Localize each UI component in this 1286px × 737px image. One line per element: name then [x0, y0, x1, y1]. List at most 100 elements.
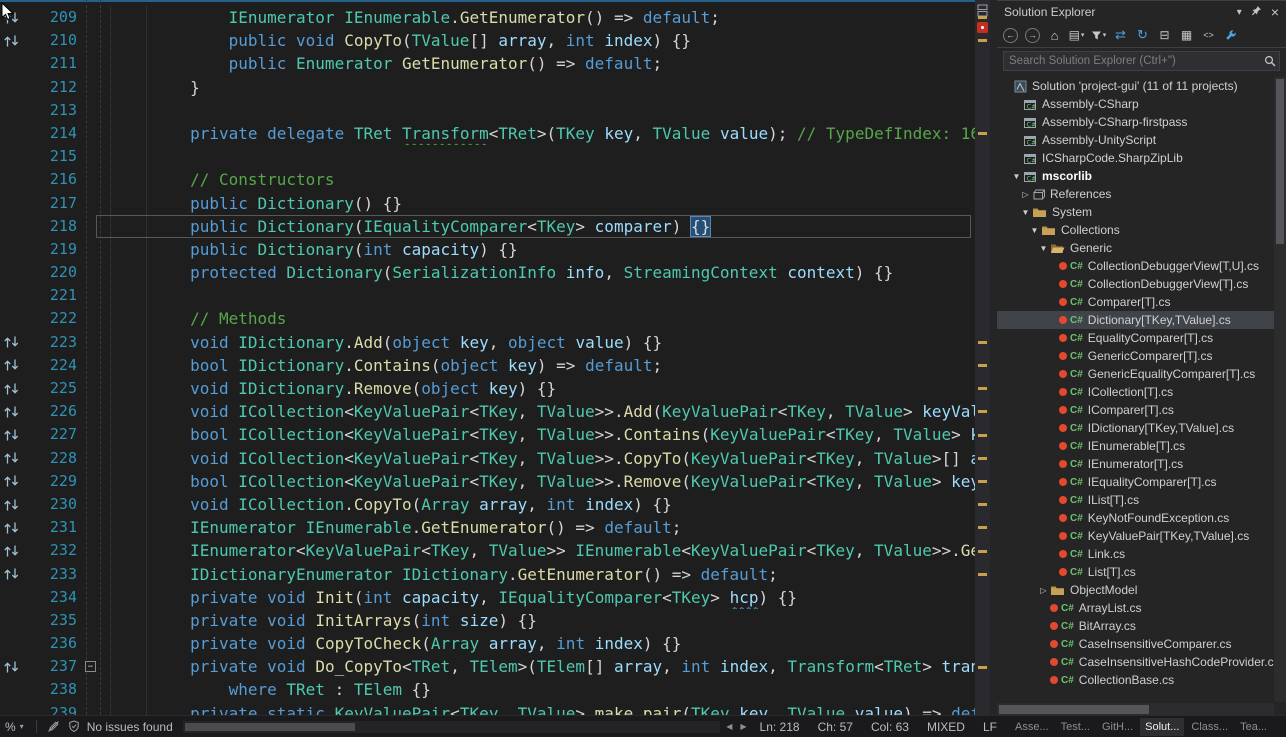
- code-line-238[interactable]: 238 where TRet : TElem {}: [0, 678, 975, 701]
- code-line-217[interactable]: 217 public Dictionary() {}: [0, 192, 975, 215]
- code-line-216[interactable]: 216 // Constructors: [0, 168, 975, 191]
- refresh-icon[interactable]: ↻: [1134, 27, 1151, 44]
- override-indicator-icon[interactable]: [0, 29, 31, 52]
- code-line-218[interactable]: 218 public Dictionary(IEqualityComparer<…: [0, 215, 975, 238]
- chevron-expanded-icon[interactable]: ▼: [1037, 244, 1050, 253]
- tree-item-objectmodel[interactable]: ▷ObjectModel: [997, 581, 1274, 599]
- encoding-indicator[interactable]: MIXED: [918, 720, 974, 734]
- code-line-224[interactable]: 224 bool IDictionary.Contains(object key…: [0, 354, 975, 377]
- document-health-error-icon[interactable]: [977, 22, 988, 33]
- tree-item-iequalitycomparer-t-cs[interactable]: C#IEqualityComparer[T].cs: [997, 473, 1274, 491]
- code-line-235[interactable]: 235 private void InitArrays(int size) {}: [0, 609, 975, 632]
- code-line-209[interactable]: 209 IEnumerator IEnumerable.GetEnumerato…: [0, 6, 975, 29]
- override-indicator-icon[interactable]: [0, 377, 31, 400]
- tree-item-icomparer-t-cs[interactable]: C#IComparer[T].cs: [997, 401, 1274, 419]
- search-icon[interactable]: [1264, 54, 1276, 72]
- tool-window-tab-asse[interactable]: Asse...: [1010, 718, 1054, 736]
- column-indicator[interactable]: Col: 63: [862, 720, 918, 734]
- tree-item-ienumerable-t-cs[interactable]: C#IEnumerable[T].cs: [997, 437, 1274, 455]
- tree-item-arraylist-cs[interactable]: C#ArrayList.cs: [997, 599, 1274, 617]
- back-icon[interactable]: ←: [1002, 27, 1019, 44]
- tree-item-caseinsensitivehashcodeprovider-cs[interactable]: C#CaseInsensitiveHashCodeProvider.cs: [997, 653, 1274, 671]
- scroll-left-icon[interactable]: ◀: [722, 722, 736, 731]
- override-indicator-icon[interactable]: [0, 493, 31, 516]
- code-line-211[interactable]: 211 public Enumerator GetEnumerator() =>…: [0, 52, 975, 75]
- split-editor-icon[interactable]: [977, 4, 988, 22]
- character-indicator[interactable]: Ch: 57: [809, 720, 862, 734]
- code-line-231[interactable]: 231 IEnumerator IEnumerable.GetEnumerato…: [0, 516, 975, 539]
- tree-item-link-cs[interactable]: C#Link.cs: [997, 545, 1274, 563]
- eol-indicator[interactable]: LF: [974, 720, 1006, 734]
- code-line-230[interactable]: 230 void ICollection.CopyTo(Array array,…: [0, 493, 975, 516]
- override-indicator-icon[interactable]: [0, 354, 31, 377]
- editor-scrollbar[interactable]: [975, 0, 990, 715]
- override-indicator-icon[interactable]: [0, 331, 31, 354]
- code-line-221[interactable]: 221: [0, 284, 975, 307]
- tree-item-ienumerator-t-cs[interactable]: C#IEnumerator[T].cs: [997, 455, 1274, 473]
- tree-item-ilist-t-cs[interactable]: C#IList[T].cs: [997, 491, 1274, 509]
- chevron-collapsed-icon[interactable]: ▷: [1037, 586, 1050, 595]
- properties-icon[interactable]: [1222, 27, 1239, 44]
- health-shield-icon[interactable]: [68, 720, 80, 733]
- home-icon[interactable]: ⌂: [1046, 27, 1063, 44]
- chevron-expanded-icon[interactable]: ▼: [1010, 172, 1023, 181]
- chevron-expanded-icon[interactable]: ▼: [1019, 208, 1032, 217]
- code-line-228[interactable]: 228 void ICollection<KeyValuePair<TKey, …: [0, 447, 975, 470]
- code-line-234[interactable]: 234 private void Init(int capacity, IEqu…: [0, 586, 975, 609]
- pin-icon[interactable]: [1251, 5, 1262, 19]
- tree-item-references[interactable]: ▷References: [997, 185, 1274, 203]
- view-code-icon[interactable]: <>: [1200, 27, 1217, 44]
- tree-item-collectiondebuggerview-t-cs[interactable]: C#CollectionDebuggerView[T].cs: [997, 275, 1274, 293]
- tree-item-list-t-cs[interactable]: C#List[T].cs: [997, 563, 1274, 581]
- scroll-right-icon[interactable]: ▶: [736, 722, 750, 731]
- tree-item-system[interactable]: ▼System: [997, 203, 1274, 221]
- forward-icon[interactable]: →: [1024, 27, 1041, 44]
- tree-item-keyvaluepair-tkey-tvalue-cs[interactable]: C#KeyValuePair[TKey,TValue].cs: [997, 527, 1274, 545]
- tree-item-assembly-csharp-firstpass[interactable]: C#Assembly-CSharp-firstpass: [997, 113, 1274, 131]
- code-line-236[interactable]: 236 private void CopyToCheck(Array array…: [0, 632, 975, 655]
- code-line-223[interactable]: 223 void IDictionary.Add(object key, obj…: [0, 331, 975, 354]
- health-status-text[interactable]: No issues found: [87, 720, 173, 734]
- tool-window-tab-solut[interactable]: Solut...: [1140, 718, 1184, 736]
- override-indicator-icon[interactable]: [0, 447, 31, 470]
- panel-title-bar[interactable]: Solution Explorer ▾ ×: [997, 1, 1286, 23]
- code-line-219[interactable]: 219 public Dictionary(int capacity) {}: [0, 238, 975, 261]
- collapse-all-icon[interactable]: ⊟: [1156, 27, 1173, 44]
- code-line-213[interactable]: 213: [0, 99, 975, 122]
- override-indicator-icon[interactable]: [0, 516, 31, 539]
- tree-item-comparer-t-cs[interactable]: C#Comparer[T].cs: [997, 293, 1274, 311]
- override-indicator-icon[interactable]: [0, 400, 31, 423]
- scrollbar-thumb[interactable]: [185, 723, 355, 731]
- code-line-239[interactable]: 239 private static KeyValuePair<TKey, TV…: [0, 702, 975, 715]
- zoom-control[interactable]: % ▾: [0, 720, 30, 734]
- tree-item-assembly-csharp[interactable]: C#Assembly-CSharp: [997, 95, 1274, 113]
- search-input[interactable]: [1003, 51, 1280, 71]
- code-line-237[interactable]: 237− private void Do_CopyTo<TRet, TElem>…: [0, 655, 975, 678]
- tree-item-collectiondebuggerview-t-u-cs[interactable]: C#CollectionDebuggerView[T,U].cs: [997, 257, 1274, 275]
- chevron-collapsed-icon[interactable]: ▷: [1019, 190, 1032, 199]
- code-line-227[interactable]: 227 bool ICollection<KeyValuePair<TKey, …: [0, 423, 975, 446]
- override-indicator-icon[interactable]: [0, 563, 31, 586]
- tree-item-generic[interactable]: ▼Generic: [997, 239, 1274, 257]
- tree-item-icollection-t-cs[interactable]: C#ICollection[T].cs: [997, 383, 1274, 401]
- code-line-232[interactable]: 232 IEnumerator<KeyValuePair<TKey, TValu…: [0, 539, 975, 562]
- line-indicator[interactable]: Ln: 218: [751, 720, 809, 734]
- tree-item-genericcomparer-t-cs[interactable]: C#GenericComparer[T].cs: [997, 347, 1274, 365]
- code-line-226[interactable]: 226 void ICollection<KeyValuePair<TKey, …: [0, 400, 975, 423]
- sync-active-document-icon[interactable]: ⇄: [1112, 27, 1129, 44]
- code-line-225[interactable]: 225 void IDictionary.Remove(object key) …: [0, 377, 975, 400]
- code-editor[interactable]: 209 IEnumerator IEnumerable.GetEnumerato…: [0, 0, 975, 715]
- window-position-icon[interactable]: ▾: [1237, 7, 1242, 18]
- fold-collapse-icon[interactable]: −: [85, 661, 96, 672]
- tree-item-mscorlib[interactable]: ▼C#mscorlib: [997, 167, 1274, 185]
- tool-window-tab-test[interactable]: Test...: [1056, 718, 1095, 736]
- tool-window-tab-class[interactable]: Class...: [1186, 718, 1233, 736]
- switch-views-icon[interactable]: ▤▾: [1068, 27, 1085, 44]
- scrollbar-thumb[interactable]: [999, 705, 1149, 714]
- override-indicator-icon[interactable]: [0, 539, 31, 562]
- tree-item-collectionbase-cs[interactable]: C#CollectionBase.cs: [997, 671, 1274, 689]
- tree-item-keynotfoundexception-cs[interactable]: C#KeyNotFoundException.cs: [997, 509, 1274, 527]
- code-line-233[interactable]: 233 IDictionaryEnumerator IDictionary.Ge…: [0, 563, 975, 586]
- chevron-expanded-icon[interactable]: ▼: [1028, 226, 1041, 235]
- show-all-files-icon[interactable]: ▦: [1178, 27, 1195, 44]
